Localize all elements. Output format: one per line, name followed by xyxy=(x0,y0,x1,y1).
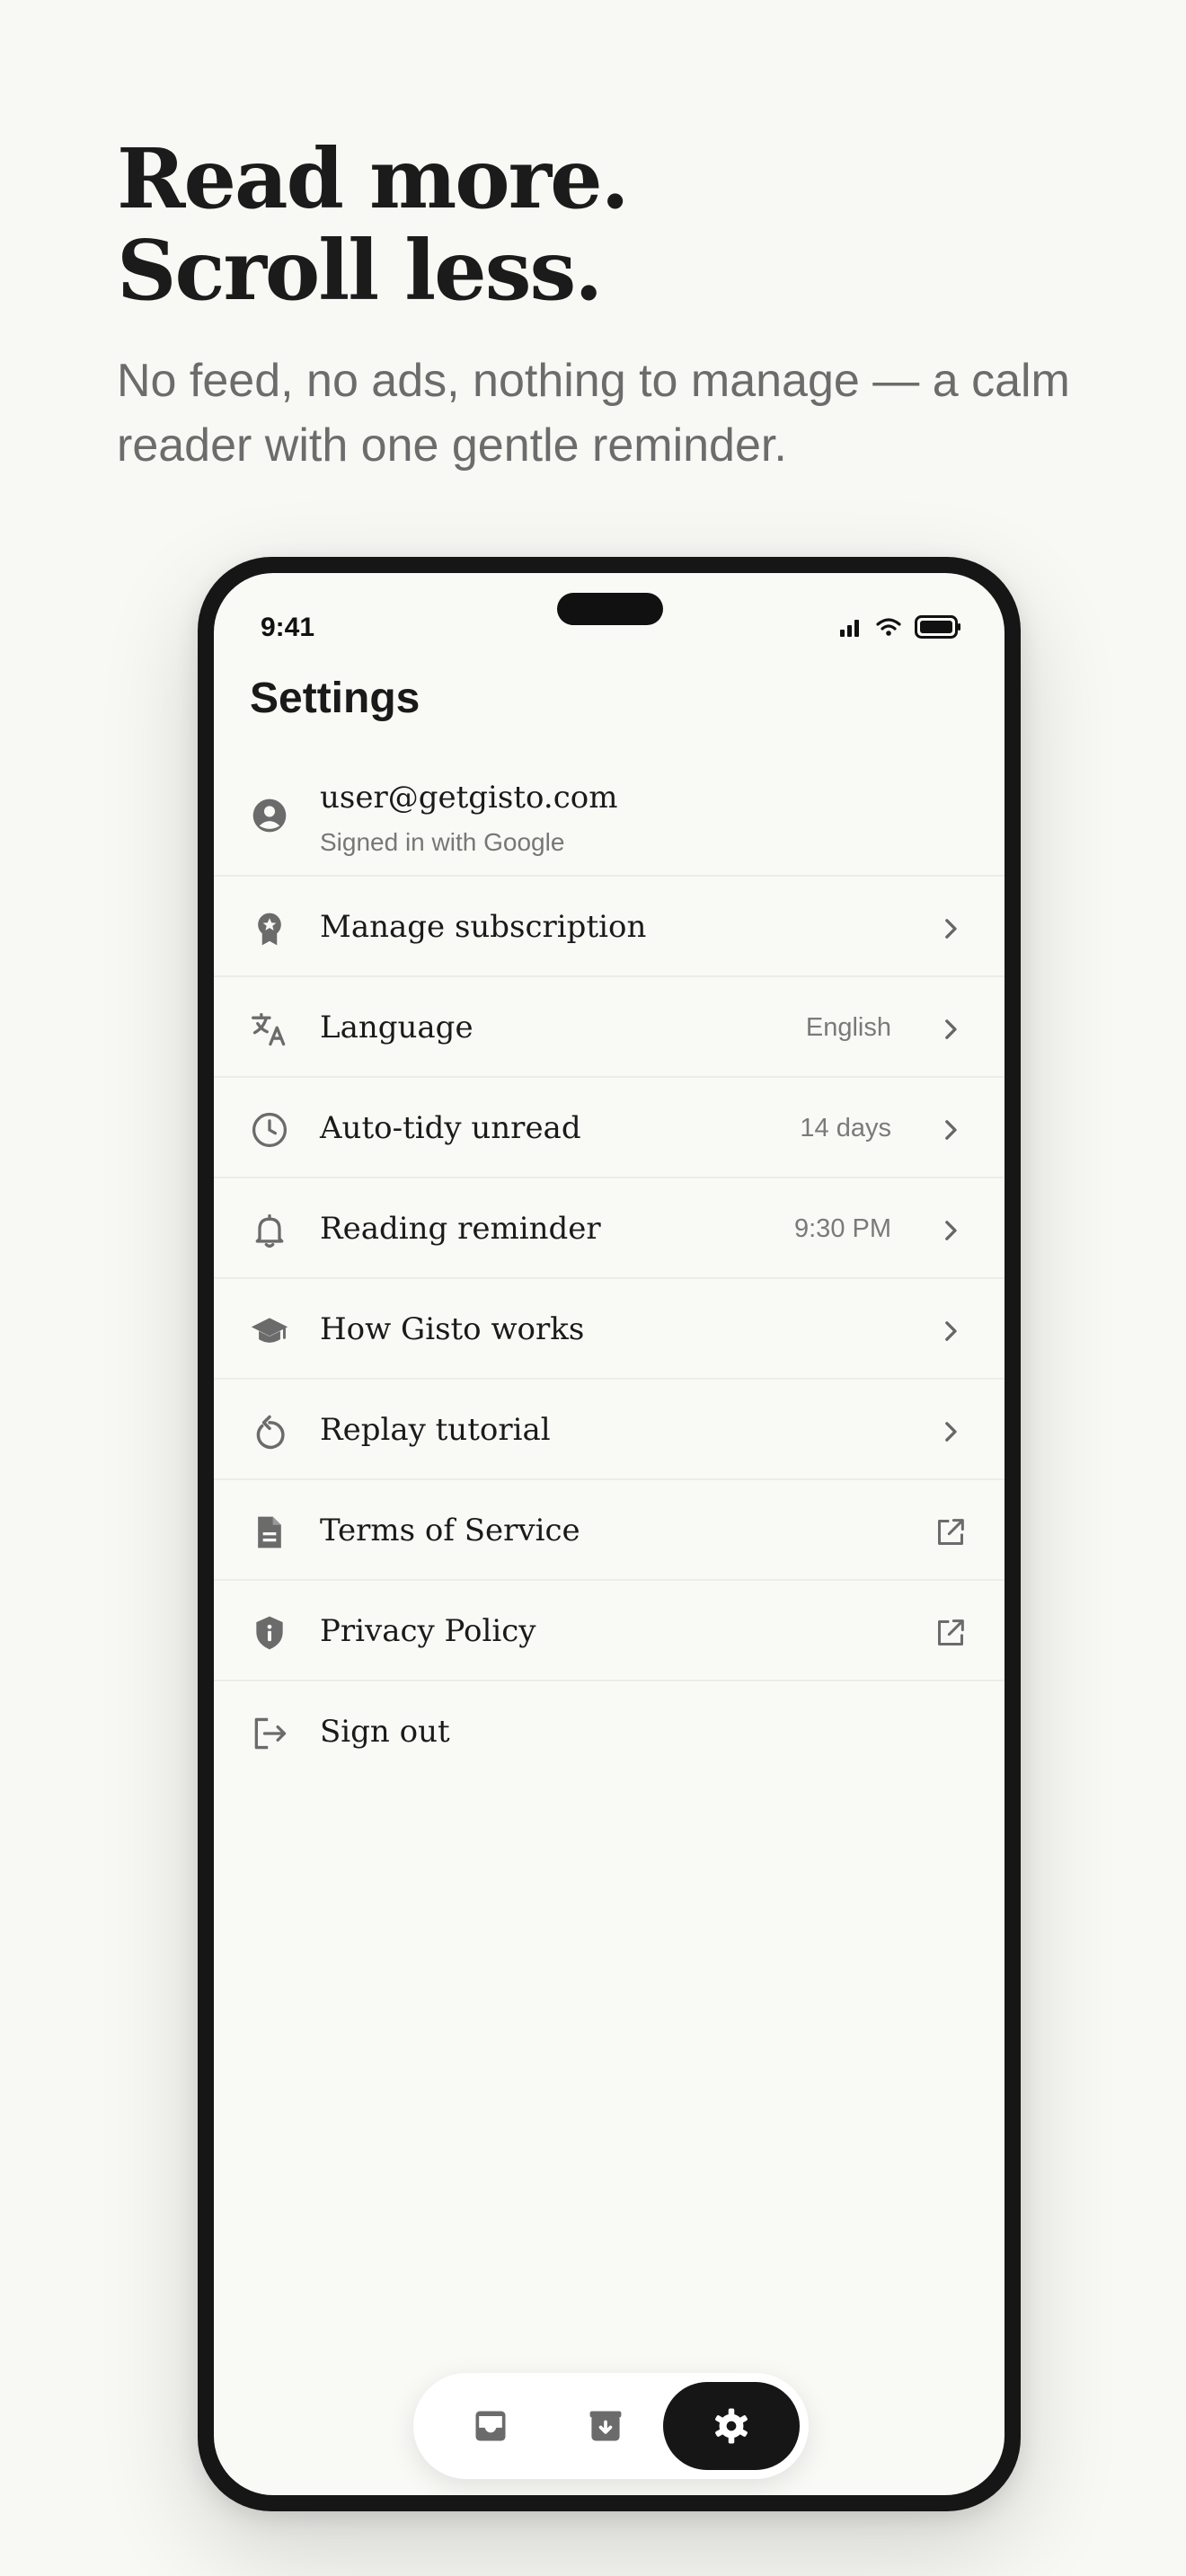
cellular-signal-icon xyxy=(840,620,859,637)
menu-item-label: Privacy Policy xyxy=(320,1613,536,1649)
inbox-icon xyxy=(475,2411,506,2441)
menu-item-value: 9:30 PM xyxy=(794,1214,891,1243)
menu-item-label: Language xyxy=(320,1010,474,1045)
menu-item-label: Auto-tidy unread xyxy=(320,1110,581,1146)
menu-item-auto-tidy[interactable]: Auto-tidy unread 14 days xyxy=(214,1078,1005,1178)
menu-item-how-gisto-works[interactable]: How Gisto works xyxy=(214,1279,1005,1380)
tab-settings[interactable] xyxy=(663,2382,800,2470)
translate-icon xyxy=(252,1012,286,1046)
tab-inbox[interactable] xyxy=(446,2382,535,2470)
chevron-right-icon xyxy=(945,1019,957,1039)
replay-icon xyxy=(256,1415,285,1450)
menu-item-label: Manage subscription xyxy=(320,909,647,945)
menu-item-label: How Gisto works xyxy=(320,1311,585,1347)
menu-item-value: 14 days xyxy=(800,1114,891,1142)
account-email: user@getgisto.com xyxy=(320,780,618,816)
menu-item-label: Terms of Service xyxy=(320,1513,580,1548)
archive-icon xyxy=(589,2411,622,2441)
chevron-right-icon xyxy=(945,919,957,939)
account-row: user@getgisto.com Signed in with Google xyxy=(214,753,1005,877)
bell-icon xyxy=(255,1213,284,1248)
menu-item-replay-tutorial[interactable]: Replay tutorial xyxy=(214,1380,1005,1480)
dynamic-island xyxy=(557,593,663,625)
headline-line-2: Scroll less. xyxy=(117,222,603,319)
chevron-right-icon xyxy=(945,1221,957,1240)
phone-frame: 9:41 Settings user@getgisto.com Signed i… xyxy=(198,557,1021,2511)
graduation-cap-icon xyxy=(251,1318,288,1343)
menu-item-sign-out[interactable]: Sign out xyxy=(214,1681,1005,1782)
gear-icon xyxy=(715,2408,748,2444)
clock-icon xyxy=(252,1112,288,1148)
external-link-icon xyxy=(938,1619,964,1645)
chevron-right-icon xyxy=(945,1321,957,1341)
menu-item-manage-subscription[interactable]: Manage subscription xyxy=(214,877,1005,977)
account-circle-icon xyxy=(252,798,287,833)
tab-archive[interactable] xyxy=(561,2382,651,2470)
phone-screen: 9:41 Settings user@getgisto.com Signed i… xyxy=(214,573,1005,2495)
chevron-right-icon xyxy=(945,1120,957,1140)
status-icons xyxy=(839,613,961,641)
external-link-icon xyxy=(938,1519,964,1545)
chevron-right-icon xyxy=(945,1422,957,1442)
menu-item-value: English xyxy=(805,1013,891,1042)
logout-icon xyxy=(254,1717,287,1750)
account-provider-text: Signed in with Google xyxy=(320,828,565,856)
document-icon xyxy=(258,1516,281,1548)
headline-line-1: Read more. xyxy=(117,130,630,227)
menu-item-reading-reminder[interactable]: Reading reminder 9:30 PM xyxy=(214,1178,1005,1279)
page: Read more. Scroll less. No feed, no ads,… xyxy=(0,0,1186,2576)
menu-item-label: Reading reminder xyxy=(320,1211,601,1247)
menu-item-label: Sign out xyxy=(320,1714,450,1750)
settings-menu: Manage subscription Language English Aut… xyxy=(214,877,1005,1782)
menu-item-label: Replay tutorial xyxy=(320,1412,551,1448)
menu-item-privacy-policy[interactable]: Privacy Policy xyxy=(214,1581,1005,1681)
menu-item-terms-of-service[interactable]: Terms of Service xyxy=(214,1480,1005,1581)
hero-headline: Read more. Scroll less. xyxy=(117,130,630,319)
bottom-tab-bar xyxy=(413,2373,809,2479)
menu-item-language[interactable]: Language English xyxy=(214,977,1005,1078)
status-time: 9:41 xyxy=(261,613,315,642)
hero-subhead: No feed, no ads, nothing to manage — a c… xyxy=(117,355,1070,472)
shield-info-icon xyxy=(256,1616,283,1650)
wifi-icon xyxy=(876,618,901,636)
battery-icon xyxy=(915,615,960,639)
settings-title: Settings xyxy=(250,675,420,722)
badge-icon xyxy=(258,913,281,946)
